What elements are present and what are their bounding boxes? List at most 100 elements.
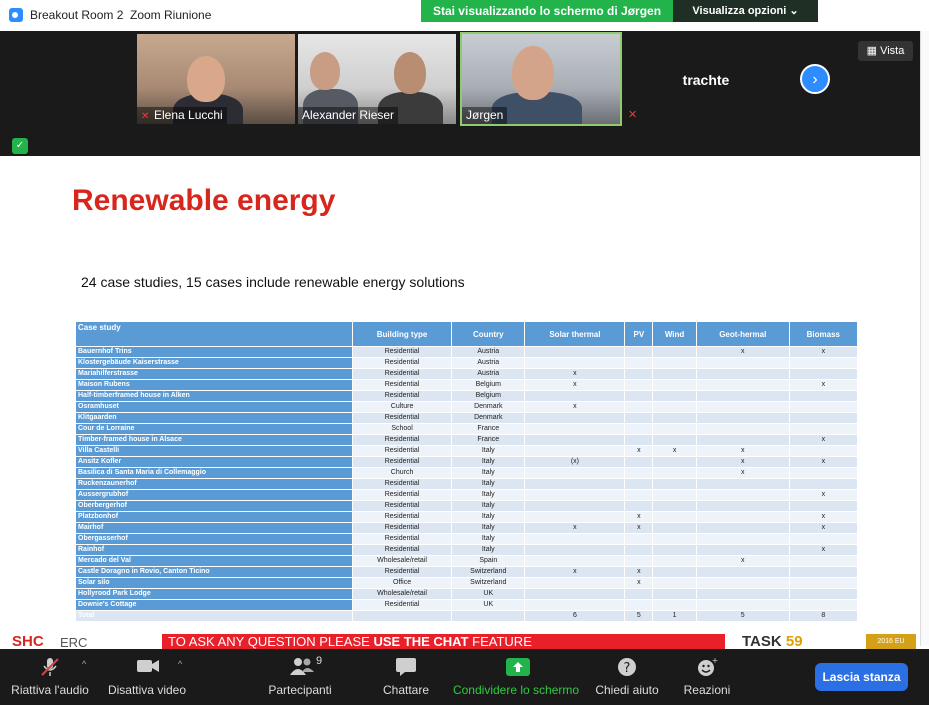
table-cell: x [524, 379, 626, 391]
table-cell: x [695, 555, 790, 567]
mic-muted-icon: ✕ [141, 111, 150, 122]
case-name-cell: Oberbergerhof [75, 500, 353, 512]
mic-muted-icon: ✕ [628, 109, 638, 121]
table-cell [624, 379, 654, 391]
security-shield-icon[interactable]: ✓ [12, 138, 28, 154]
table-cell [695, 412, 790, 424]
table-cell [788, 577, 859, 589]
table-cell: x [524, 522, 626, 534]
table-cell: Residential [351, 445, 453, 457]
window-title-room: Breakout Room 2 [30, 8, 124, 22]
table-header-cell: Solar thermal [524, 321, 626, 347]
table-cell: Residential [351, 599, 453, 611]
person-face [512, 46, 554, 100]
chevron-up-icon[interactable]: ^ [178, 659, 182, 669]
chat-button[interactable]: Chattare [372, 649, 440, 705]
table-cell: Residential [351, 456, 453, 468]
erc-logo: ERC [60, 635, 88, 649]
table-cell: France [451, 434, 526, 446]
scrollbar[interactable] [920, 31, 929, 646]
table-cell [524, 346, 626, 358]
table-cell: Office [351, 577, 453, 589]
leave-room-button[interactable]: Lascia stanza [815, 663, 908, 691]
task-logo: TASK 59 [742, 633, 803, 649]
case-name-cell: Klitgaarden [75, 412, 353, 424]
table-cell [652, 379, 697, 391]
table-row: Bauernhof Trins Residential Austria x x [75, 346, 859, 358]
table-cell: Belgium [451, 379, 526, 391]
ask-help-button[interactable]: ? Chiedi aiuto [590, 649, 664, 705]
table-cell [695, 599, 790, 611]
case-name-cell: Mairhof [75, 522, 353, 534]
table-cell: Residential [351, 522, 453, 534]
table-header: Case study Building type Country Solar ther… [75, 321, 859, 347]
table-cell [652, 489, 697, 501]
case-name-cell: Ansitz Kofler [75, 456, 353, 468]
table-cell: Residential [351, 511, 453, 523]
table-row: Aussergrubhof Residential Italy x [75, 489, 859, 501]
table-cell: x [624, 445, 654, 457]
table-cell: x [524, 401, 626, 413]
table-row: Castle Doragno in Rovio, Canton Ticino Re… [75, 566, 859, 578]
table-cell: Austria [451, 368, 526, 380]
table-cell [524, 423, 626, 435]
table-cell [788, 500, 859, 512]
next-page-button[interactable]: › [800, 64, 830, 94]
table-cell [624, 588, 654, 600]
table-cell: Residential [351, 390, 453, 402]
table-cell: Residential [351, 500, 453, 512]
table-cell [695, 357, 790, 369]
table-cell [695, 522, 790, 534]
participant-tile-alexander[interactable]: Alexander Rieser [298, 34, 456, 124]
table-cell [624, 467, 654, 479]
chevron-up-icon[interactable]: ^ [82, 659, 86, 669]
case-name-cell: Timber-framed house in Alsace [75, 434, 353, 446]
table-cell: Residential [351, 544, 453, 556]
view-options-button[interactable]: Visualizza opzioni ⌄ [673, 0, 818, 22]
table-cell: x [788, 522, 859, 534]
participant-tile-elena[interactable]: ✕ Elena Lucchi [137, 34, 295, 124]
table-cell [524, 478, 626, 490]
table-cell [624, 434, 654, 446]
unmute-button[interactable]: ^ Riattiva l'audio [0, 649, 100, 705]
zoom-app-icon [9, 8, 23, 22]
table-cell [695, 566, 790, 578]
table-cell: Residential [351, 379, 453, 391]
table-cell [788, 599, 859, 611]
share-screen-button[interactable]: Condividere lo schermo [450, 649, 582, 705]
chevron-right-icon: › [812, 71, 818, 88]
stop-video-button[interactable]: ^ Disattiva video [102, 649, 192, 705]
table-cell [652, 500, 697, 512]
table-cell [652, 511, 697, 523]
table-cell: x [624, 522, 654, 534]
table-cell: Italy [451, 478, 526, 490]
table-cell: Residential [351, 357, 453, 369]
total-cell: 6 [524, 610, 626, 622]
table-cell [524, 434, 626, 446]
case-name-cell: Ruckenzaunerhof [75, 478, 353, 490]
view-mode-button[interactable]: ▦ Vista [858, 41, 913, 61]
table-cell: UK [451, 599, 526, 611]
shc-logo: SHC [12, 633, 44, 649]
participants-button[interactable]: 9 Partecipanti [260, 649, 340, 705]
table-cell: Italy [451, 544, 526, 556]
table-row: Klitgaarden Residential Denmark [75, 412, 859, 424]
table-cell: x [652, 445, 697, 457]
participant-tile-trachte[interactable]: trachte [626, 35, 786, 125]
table-cell [524, 445, 626, 457]
table-cell [695, 577, 790, 589]
table-cell: Denmark [451, 412, 526, 424]
participant-tile-jorgen[interactable]: Jørgen [460, 32, 622, 126]
table-cell [624, 544, 654, 556]
table-cell [788, 445, 859, 457]
table-cell [624, 412, 654, 424]
table-row: Klostergebäude Kaiserstrasse Residential A… [75, 357, 859, 369]
table-row: Solar silo Office Switzerland x [75, 577, 859, 589]
case-name-cell: Maison Rubens [75, 379, 353, 391]
table-cell [652, 555, 697, 567]
view-mode-label: Vista [880, 45, 905, 57]
total-cell [351, 610, 453, 622]
reactions-button[interactable]: + Reazioni [676, 649, 738, 705]
window-title-app: Zoom Riunione [130, 8, 212, 22]
table-cell [524, 511, 626, 523]
